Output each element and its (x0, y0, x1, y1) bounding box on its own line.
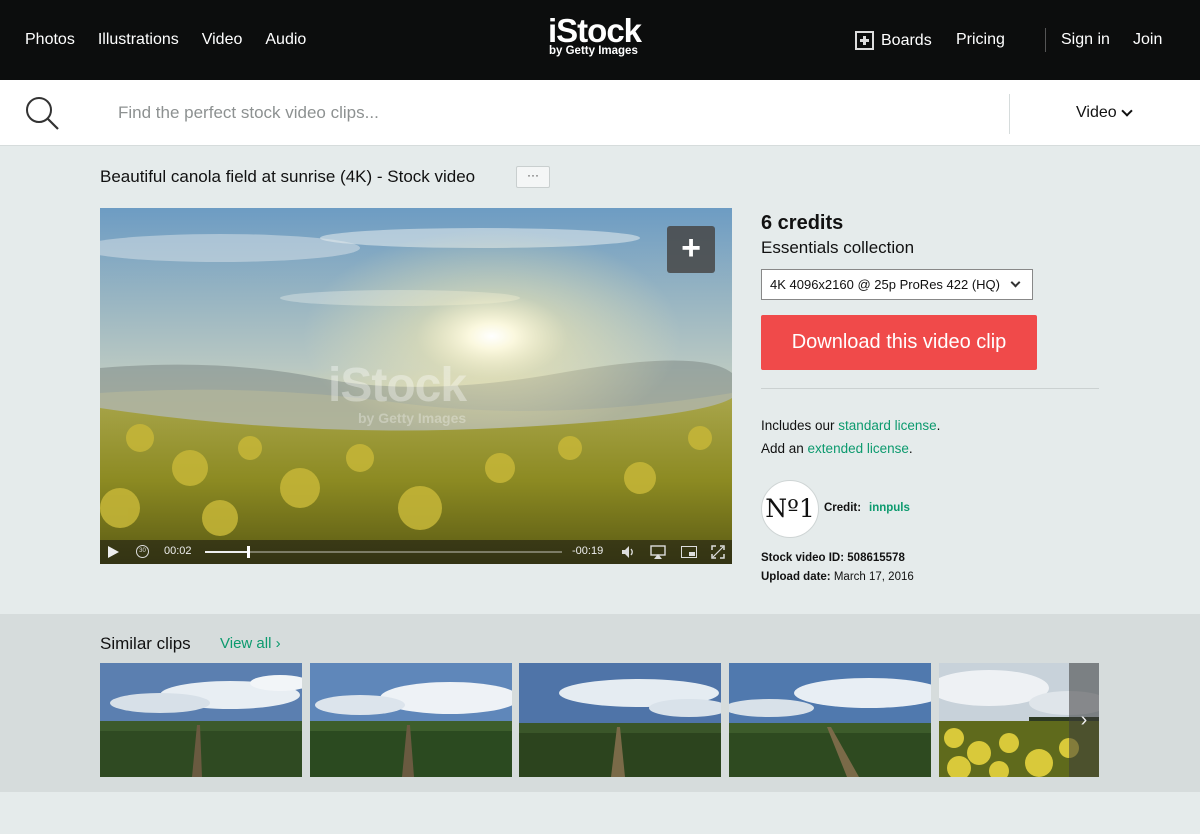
chevron-down-icon (1010, 277, 1021, 288)
next-arrow-icon[interactable]: › (1069, 663, 1099, 777)
chevron-down-icon (1120, 105, 1133, 117)
picture-in-picture-icon[interactable] (681, 546, 697, 558)
standard-license-line: Includes our standard license. (761, 418, 940, 433)
similar-clips-section: Similar clips View all › › (0, 614, 1200, 792)
istock-logo[interactable]: iStock by Getty Images (548, 12, 658, 58)
standard-license-link[interactable]: standard license (838, 418, 936, 433)
nav-photos[interactable]: Photos (25, 31, 75, 49)
stock-id-value: 508615578 (847, 552, 905, 564)
airplay-icon[interactable] (650, 545, 666, 559)
media-type-label: Video (1076, 104, 1117, 121)
extended-license-line: Add an extended license. (761, 441, 913, 456)
boards-link[interactable]: Boards (855, 31, 932, 50)
section-divider (761, 388, 1099, 389)
credit-label: Credit: (824, 502, 862, 514)
volume-icon[interactable] (621, 545, 635, 559)
sign-in-link[interactable]: Sign in (1061, 31, 1110, 49)
media-type-nav: Photos Illustrations Video Audio (25, 0, 329, 80)
remaining-time: -00:19 (572, 545, 604, 557)
join-link[interactable]: Join (1133, 31, 1162, 49)
page-title: Beautiful canola field at sunrise (4K) -… (100, 167, 476, 186)
video-player[interactable]: iStock by Getty Images + 30 00:02 -00:19 (100, 208, 732, 564)
add-to-board-button[interactable]: + (667, 226, 715, 273)
extended-license-period: . (908, 441, 913, 456)
media-type-dropdown[interactable]: Video (1076, 104, 1133, 122)
license-text: Includes our (761, 418, 839, 433)
download-button[interactable]: Download this video clip (761, 315, 1037, 370)
nav-audio[interactable]: Audio (265, 31, 306, 49)
scrubber-handle[interactable] (246, 546, 250, 558)
view-all-link[interactable]: View all › (220, 635, 281, 652)
collection-label: Essentials collection (761, 238, 915, 257)
similar-clip-thumbnail[interactable] (519, 663, 721, 777)
search-divider (1009, 94, 1010, 134)
upload-date-value: March 17, 2016 (833, 571, 914, 583)
pricing-link[interactable]: Pricing (956, 31, 1005, 49)
replay-icon[interactable]: 30 (136, 545, 149, 558)
contributor-avatar[interactable]: Nº1 (761, 480, 819, 538)
format-dropdown[interactable]: 4K 4096x2160 @ 25p ProRes 422 (HQ) (761, 269, 1033, 300)
credits-price: 6 credits (761, 212, 844, 234)
nav-video[interactable]: Video (202, 31, 243, 49)
watermark-logo: iStock (328, 359, 467, 412)
stock-id-line: Stock video ID: 508615578 (761, 552, 905, 564)
player-controls: 30 00:02 -00:19 (100, 540, 732, 564)
top-navigation: Photos Illustrations Video Audio iStock … (0, 0, 1200, 80)
nav-illustrations[interactable]: Illustrations (98, 31, 179, 49)
logo-subtext: by Getty Images (549, 45, 638, 57)
extended-license-text: Add an (761, 441, 808, 456)
similar-clip-thumbnail[interactable] (310, 663, 512, 777)
upload-date-line: Upload date: March 17, 2016 (761, 571, 914, 583)
format-label: 4K 4096x2160 @ 25p ProRes 422 (HQ) (770, 277, 1000, 292)
more-options-button[interactable]: ··· (516, 166, 550, 188)
stock-id-label: Stock video ID: (761, 552, 845, 564)
similar-clip-thumbnail[interactable] (100, 663, 302, 777)
license-period: . (936, 418, 941, 433)
progress-scrubber[interactable] (205, 546, 562, 558)
search-bar: Video (0, 80, 1200, 146)
logo-text: iStock (548, 12, 642, 49)
nav-divider (1045, 28, 1046, 52)
upload-date-label: Upload date: (761, 571, 831, 583)
search-input[interactable] (118, 100, 978, 126)
watermark-subtext: by Getty Images (358, 410, 467, 426)
progress-fill (205, 551, 248, 553)
search-icon[interactable] (25, 96, 59, 130)
boards-label: Boards (881, 31, 932, 49)
fullscreen-icon[interactable] (711, 545, 725, 559)
similar-clip-thumbnail[interactable] (729, 663, 931, 777)
extended-license-link[interactable]: extended license (808, 441, 909, 456)
similar-clips-title: Similar clips (100, 634, 191, 653)
current-time: 00:02 (164, 545, 192, 557)
play-icon[interactable] (108, 546, 119, 558)
boards-icon (855, 31, 874, 50)
contributor-link[interactable]: innpuls (869, 502, 910, 514)
